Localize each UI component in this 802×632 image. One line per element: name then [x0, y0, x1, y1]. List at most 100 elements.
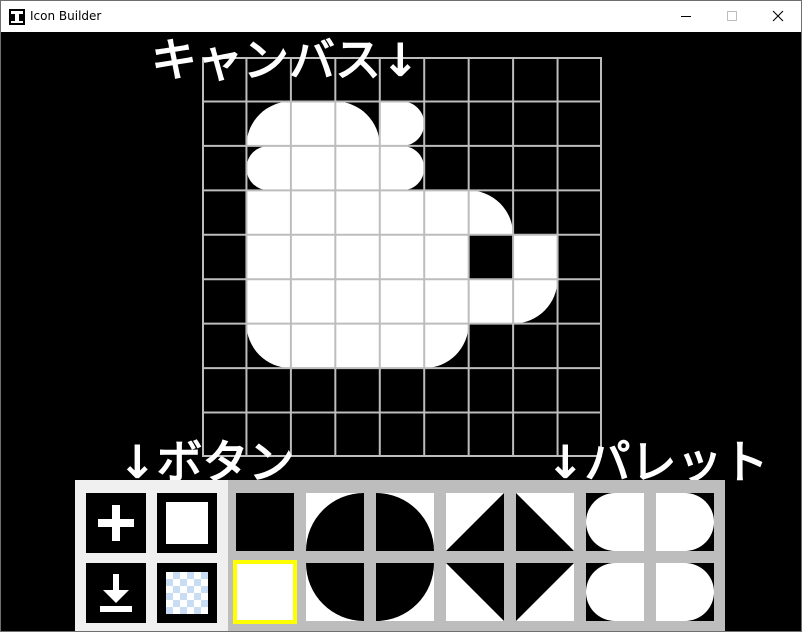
canvas-cell[interactable]	[513, 368, 558, 413]
canvas-cell[interactable]	[379, 234, 425, 280]
canvas-cell[interactable]	[202, 190, 247, 235]
close-button[interactable]	[755, 1, 801, 32]
canvas-cell[interactable]	[424, 190, 469, 235]
palette-swatch-half-circle-right-inv[interactable]	[656, 563, 714, 621]
canvas-cell[interactable]	[513, 57, 558, 102]
palette-swatch-triangle-tr[interactable]	[516, 493, 574, 551]
canvas-cell[interactable]	[513, 279, 558, 324]
canvas-cell[interactable]	[379, 412, 425, 457]
title-bar[interactable]: Icon Builder	[1, 1, 801, 32]
canvas-cell[interactable]	[246, 279, 291, 324]
palette-swatch-triangle-br[interactable]	[516, 563, 574, 621]
canvas-cell[interactable]	[335, 101, 380, 146]
canvas-cell[interactable]	[290, 412, 336, 457]
palette-swatch-quarter-br[interactable]	[376, 563, 434, 621]
maximize-button[interactable]	[709, 1, 755, 32]
canvas-cell[interactable]	[424, 234, 469, 280]
canvas-cell[interactable]	[468, 57, 514, 102]
canvas-shape	[379, 234, 425, 280]
canvas-cell[interactable]	[513, 190, 558, 235]
canvas-cell[interactable]	[246, 368, 291, 413]
canvas-cell[interactable]	[335, 412, 380, 457]
canvas-cell[interactable]	[202, 145, 247, 191]
palette-swatch-quarter-tr[interactable]	[376, 493, 434, 551]
canvas-cell[interactable]	[379, 368, 425, 413]
canvas-cell[interactable]	[557, 190, 602, 235]
canvas-cell[interactable]	[246, 234, 291, 280]
palette-swatch-half-circle-left-inv[interactable]	[586, 563, 644, 621]
canvas-cell[interactable]	[202, 323, 247, 369]
canvas-cell[interactable]	[335, 190, 380, 235]
palette-swatch-triangle-tl[interactable]	[446, 563, 504, 621]
palette-swatch-solid-black[interactable]	[236, 493, 294, 551]
canvas-cell[interactable]	[513, 145, 558, 191]
canvas-cell[interactable]	[468, 190, 514, 235]
canvas-cell[interactable]	[424, 101, 469, 146]
white-square-icon	[157, 502, 217, 557]
palette-swatch-half-circle-left[interactable]	[586, 493, 644, 551]
minimize-button[interactable]	[663, 1, 709, 32]
canvas-cell[interactable]	[246, 190, 291, 235]
canvas-cell[interactable]	[468, 234, 514, 280]
canvas-shape	[513, 234, 558, 280]
palette-swatch-half-circle-right[interactable]	[656, 493, 714, 551]
canvas-shape	[424, 234, 469, 280]
canvas-cell[interactable]	[335, 368, 380, 413]
canvas-cell[interactable]	[468, 145, 514, 191]
canvas-cell[interactable]	[557, 101, 602, 146]
palette-swatch-quarter-tl[interactable]	[306, 493, 364, 551]
save-button[interactable]	[86, 563, 146, 623]
canvas-cell[interactable]	[379, 145, 425, 191]
canvas-cell[interactable]	[424, 145, 469, 191]
canvas-cell[interactable]	[557, 368, 602, 413]
canvas-cell[interactable]	[557, 323, 602, 369]
palette-swatch-solid-white[interactable]	[233, 560, 297, 624]
canvas-cell[interactable]	[335, 145, 380, 191]
canvas-cell[interactable]	[202, 368, 247, 413]
canvas-cell[interactable]	[379, 279, 425, 324]
canvas-cell[interactable]	[290, 190, 336, 235]
canvas-cell[interactable]	[379, 190, 425, 235]
canvas-cell[interactable]	[379, 101, 425, 146]
fill-button[interactable]	[157, 493, 217, 553]
canvas-cell[interactable]	[335, 279, 380, 324]
canvas-cell[interactable]	[468, 101, 514, 146]
canvas-cell[interactable]	[557, 145, 602, 191]
canvas-cell[interactable]	[468, 279, 514, 324]
canvas-cell[interactable]	[468, 412, 514, 457]
canvas-cell[interactable]	[335, 323, 380, 369]
canvas-cell[interactable]	[246, 145, 291, 191]
canvas-cell[interactable]	[290, 279, 336, 324]
canvas-cell[interactable]	[557, 234, 602, 280]
canvas-cell[interactable]	[424, 279, 469, 324]
canvas-cell[interactable]	[468, 323, 514, 369]
canvas-cell[interactable]	[513, 101, 558, 146]
canvas-cell[interactable]	[557, 279, 602, 324]
canvas-cell[interactable]	[290, 323, 336, 369]
canvas-cell[interactable]	[424, 323, 469, 369]
canvas-cell[interactable]	[513, 323, 558, 369]
canvas[interactable]	[202, 57, 602, 461]
transparent-button[interactable]	[157, 563, 217, 623]
palette-swatch-triangle-bl[interactable]	[446, 493, 504, 551]
canvas-cell[interactable]	[424, 412, 469, 457]
new-button[interactable]	[86, 493, 146, 553]
canvas-cell[interactable]	[557, 57, 602, 102]
canvas-cell[interactable]	[424, 57, 469, 102]
canvas-cell[interactable]	[202, 101, 247, 146]
canvas-cell[interactable]	[246, 101, 291, 146]
canvas-cell[interactable]	[290, 101, 336, 146]
download-icon	[86, 574, 146, 627]
canvas-cell[interactable]	[379, 323, 425, 369]
palette-swatch-quarter-bl[interactable]	[306, 563, 364, 621]
canvas-cell[interactable]	[424, 368, 469, 413]
canvas-cell[interactable]	[246, 323, 291, 369]
canvas-cell[interactable]	[290, 368, 336, 413]
canvas-cell[interactable]	[290, 234, 336, 280]
canvas-cell[interactable]	[202, 234, 247, 280]
canvas-cell[interactable]	[335, 234, 380, 280]
canvas-cell[interactable]	[202, 279, 247, 324]
canvas-cell[interactable]	[290, 145, 336, 191]
canvas-cell[interactable]	[468, 368, 514, 413]
canvas-cell[interactable]	[513, 234, 558, 280]
